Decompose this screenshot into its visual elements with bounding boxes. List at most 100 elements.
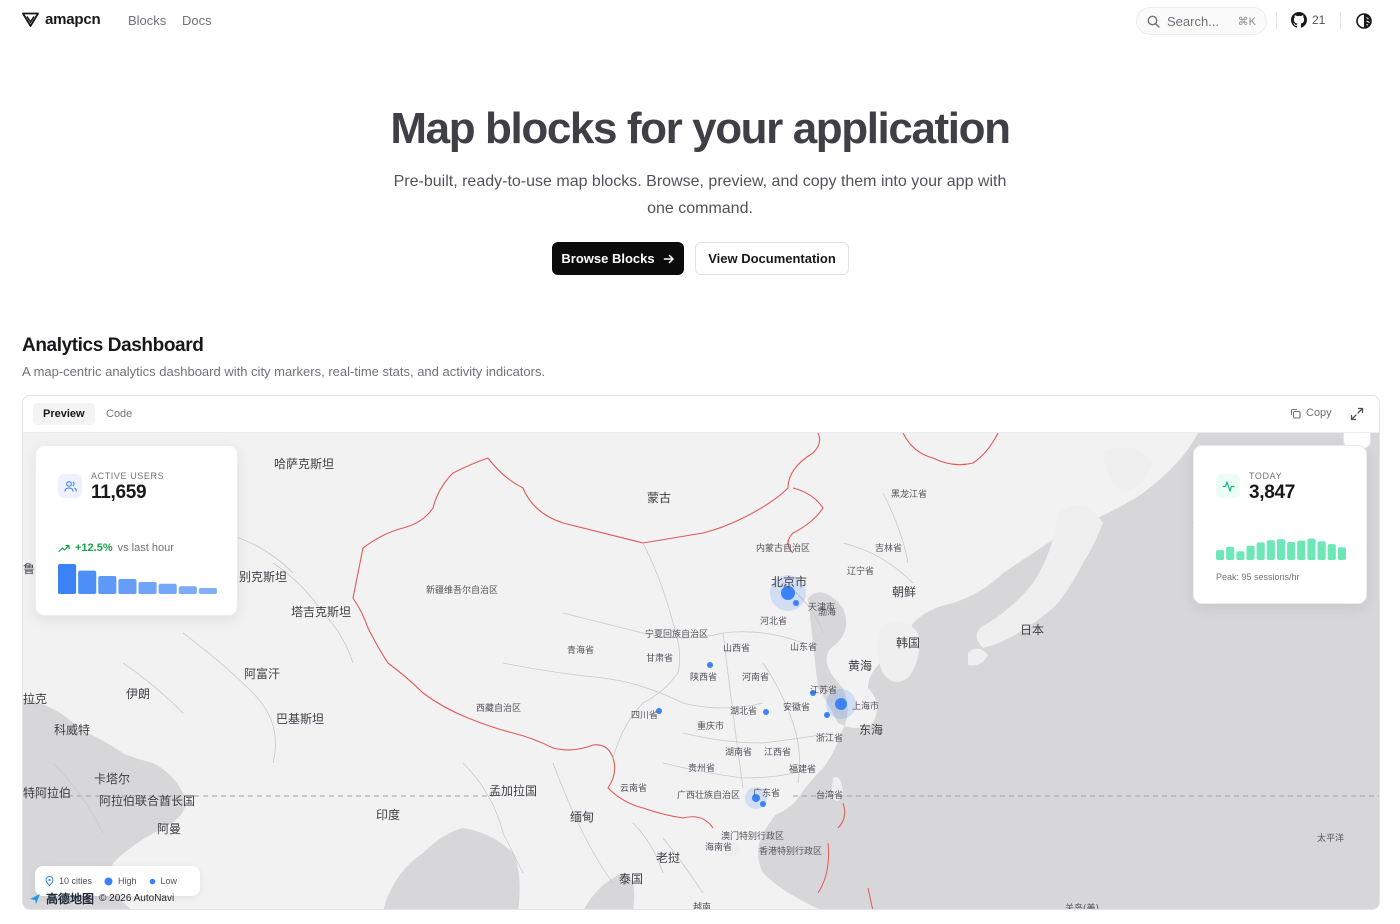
header-divider (1276, 12, 1277, 30)
map-label: 科威特 (54, 723, 91, 737)
map-label: 湖北省 (730, 707, 758, 717)
map-label: 鲁 (23, 562, 36, 576)
bar (1297, 540, 1306, 560)
map-label: 江西省 (764, 748, 792, 758)
bar (1317, 541, 1326, 560)
map-label: 别克斯坦 (239, 570, 288, 584)
bar (178, 586, 197, 594)
brand-logo[interactable]: amapcn (22, 11, 101, 28)
map-label: 广西壮族自治区 (677, 791, 741, 801)
active-users-label: ACTIVE USERS (91, 471, 165, 481)
nav-link-docs[interactable]: Docs (182, 13, 212, 28)
expand-icon[interactable] (1350, 407, 1364, 421)
map-label: 越南 (693, 903, 712, 910)
view-documentation-label: View Documentation (708, 251, 836, 266)
active-users-trend: +12.5% vs last hour (58, 542, 174, 554)
low-dot-icon (149, 878, 155, 884)
hero-subtitle: Pre-built, ready-to-use map blocks. Brow… (393, 173, 1007, 217)
map-label: 东海 (859, 723, 884, 737)
map-label: 卡塔尔 (94, 772, 131, 786)
map-label: 关岛(美) (1065, 904, 1100, 910)
map-label: 塔吉克斯坦 (291, 605, 352, 619)
bar (1287, 541, 1296, 560)
map-label: 老挝 (656, 851, 681, 865)
today-card: TODAY 3,847 Peak: 95 sessions/hr (1193, 445, 1367, 604)
today-bar-chart (1216, 538, 1346, 560)
map-label: 吉林省 (875, 544, 903, 554)
active-users-value: 11,659 (91, 482, 147, 503)
section-description: A map-centric analytics dashboard with c… (22, 364, 546, 379)
bar (58, 564, 77, 594)
github-icon (1291, 12, 1307, 28)
bar (1266, 540, 1275, 560)
map-label: 渤海 (818, 608, 837, 618)
block-preview-frame: Preview Code Copy 哈萨克斯坦 蒙古 黑龙江省 内蒙古自治区 吉… (22, 395, 1380, 910)
search-placeholder: Search... (1167, 13, 1220, 29)
map-label: 陕西省 (690, 673, 718, 683)
map-label: 拉克 (23, 692, 48, 706)
trending-up-icon (58, 544, 70, 552)
map-label: 黄海 (848, 659, 873, 673)
attribution-logo-text: 高德地图 (46, 892, 95, 906)
active-users-delta: +12.5% (75, 542, 113, 554)
top-navigation: amapcn Blocks Docs Search... ⌘K 21 (0, 0, 1400, 42)
bar (1307, 538, 1316, 560)
browse-blocks-button[interactable]: Browse Blocks (552, 242, 684, 275)
browse-blocks-label: Browse Blocks (561, 251, 655, 266)
activity-icon (1216, 474, 1240, 498)
map-label: 云南省 (620, 784, 648, 794)
view-documentation-button[interactable]: View Documentation (695, 242, 849, 275)
copy-icon (1290, 408, 1301, 419)
nav-link-blocks[interactable]: Blocks (128, 13, 166, 28)
map-label: 上海市 (852, 702, 880, 712)
map-attribution: 高德地图 © 2026 AutoNavi (29, 890, 174, 907)
map-label: 伊朗 (126, 687, 151, 701)
active-users-delta-text: vs last hour (117, 542, 174, 554)
legend-cities-label: 10 cities (59, 876, 93, 886)
map-label: 河北省 (760, 617, 788, 627)
map-label: 四川省 (631, 711, 659, 721)
active-users-bar-chart (58, 564, 218, 594)
amap-logo-icon (30, 893, 40, 904)
today-value: 3,847 (1249, 482, 1296, 503)
theme-toggle-icon[interactable] (1355, 12, 1373, 30)
bar (138, 582, 157, 594)
map-label: 宁夏回族自治区 (645, 630, 709, 640)
map-label: 黑龙江省 (891, 490, 928, 500)
search-input[interactable]: Search... ⌘K (1136, 7, 1267, 35)
map-label: 湖南省 (725, 748, 753, 758)
legend-low: Low (149, 876, 178, 886)
map-label: 贵州省 (688, 764, 716, 774)
map-label: 内蒙古自治区 (756, 544, 811, 554)
map-label: 浙江省 (816, 734, 844, 744)
map-label: 福建省 (789, 765, 817, 775)
map-label: 阿拉伯联合酋长国 (99, 794, 196, 808)
map-label: 韩国 (896, 636, 921, 650)
copy-button[interactable]: Copy (1290, 407, 1332, 419)
search-icon (1147, 15, 1160, 28)
map-label: 新疆维吾尔自治区 (426, 586, 499, 596)
legend-cities: 10 cities (45, 876, 92, 886)
map-label: 山东省 (790, 643, 818, 653)
section-title: Analytics Dashboard (22, 335, 204, 356)
high-dot-icon (104, 877, 113, 885)
github-link[interactable]: 21 (1291, 12, 1325, 28)
legend-high: High (104, 876, 137, 886)
bar (1256, 542, 1265, 560)
map-view[interactable]: 哈萨克斯坦 蒙古 黑龙江省 内蒙古自治区 吉林省 辽宁省 北京市 天津市 渤海 … (23, 433, 1379, 910)
legend-high-label: High (118, 876, 137, 886)
bar (1246, 545, 1255, 560)
map-label: 哈萨克斯坦 (274, 457, 335, 471)
bar (98, 576, 117, 594)
tab-code[interactable]: Code (96, 403, 142, 425)
bar (1226, 546, 1235, 560)
today-peak-text: Peak: 95 sessions/hr (1216, 572, 1300, 582)
map-label: 海南省 (705, 843, 733, 853)
legend-low-label: Low (160, 876, 178, 886)
tab-preview[interactable]: Preview (33, 403, 95, 425)
bar (1216, 550, 1225, 560)
map-label: 安徽省 (783, 703, 811, 713)
map-label: 重庆市 (697, 722, 725, 732)
users-icon (58, 474, 82, 498)
map-label: 特阿拉伯 (23, 786, 72, 800)
